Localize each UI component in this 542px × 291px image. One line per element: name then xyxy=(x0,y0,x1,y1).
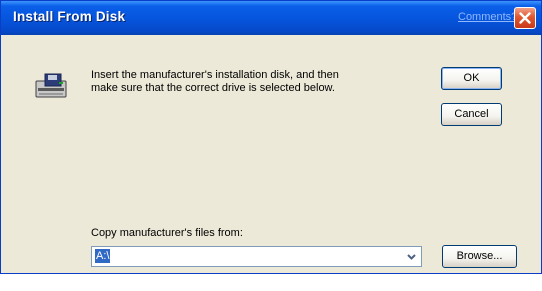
browse-button[interactable]: Browse... xyxy=(442,245,517,268)
copy-from-value[interactable]: A:\ xyxy=(95,249,111,263)
ok-button[interactable]: OK xyxy=(441,67,502,90)
close-button[interactable] xyxy=(514,7,536,29)
comments-link[interactable]: Comments? xyxy=(458,11,517,23)
instruction-text: Insert the manufacturer's installation d… xyxy=(91,69,411,95)
window-title: Install From Disk xyxy=(13,9,126,24)
chevron-down-icon[interactable] xyxy=(403,248,420,265)
copy-from-label: Copy manufacturer's files from: xyxy=(91,227,243,239)
title-bar[interactable]: Install From Disk Comments? xyxy=(1,1,541,35)
instruction-line-1: Insert the manufacturer's installation d… xyxy=(91,69,339,81)
floppy-disk-drive-icon xyxy=(35,73,67,98)
instruction-line-2: make sure that the correct drive is sele… xyxy=(91,82,335,94)
close-icon xyxy=(519,12,531,24)
install-from-disk-dialog: Install From Disk Comments? Insert the m… xyxy=(0,0,542,274)
cancel-button[interactable]: Cancel xyxy=(441,103,502,126)
copy-from-combobox[interactable]: A:\ xyxy=(91,246,422,267)
